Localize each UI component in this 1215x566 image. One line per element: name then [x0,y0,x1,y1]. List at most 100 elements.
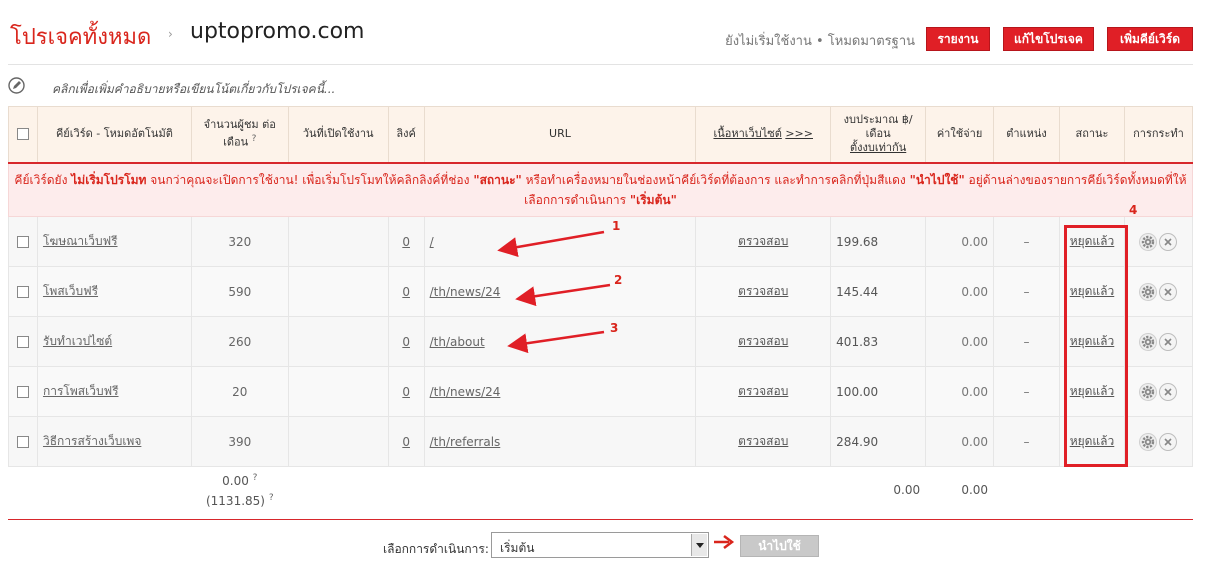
project-description[interactable]: คลิกเพื่อเพิ่มคำอธิบายหรือเขียนโน้ตเกี่ย… [8,76,608,96]
row-actions [1123,266,1194,317]
status-link[interactable]: หยุดแล้ว [1059,216,1125,267]
open-date-cell [287,266,389,317]
visitors-cell: 320 [190,216,289,267]
apply-button[interactable]: นำไปใช้ [740,535,819,557]
links-count[interactable]: 0 [387,416,425,467]
links-count[interactable]: 0 [387,366,425,417]
position-cell: – [993,366,1060,417]
totals-row: 0.00 ? (1131.85) ? 0.00 0.00 [8,466,1193,513]
gear-icon[interactable] [1139,232,1158,251]
col-links[interactable]: ลิงค์ [387,106,425,164]
url-link[interactable]: /th/about [430,335,485,349]
url-link[interactable]: /th/referrals [430,435,501,449]
row-checkbox[interactable] [8,266,38,317]
col-cost[interactable]: ค่าใช้จ่าย [925,106,995,164]
url-link[interactable]: /th/news/24 [430,285,501,299]
col-open-date[interactable]: วันที่เปิดใช้งาน [287,106,389,164]
verify-link[interactable]: ตรวจสอบ [695,316,832,367]
links-count[interactable]: 0 [387,266,425,317]
edit-pencil-icon [8,77,25,94]
table-row: โฆษณาเว็บฟรี 320 0 / ตรวจสอบ 199.68 0.00– หยุดแ… [8,216,1194,267]
row-checkbox[interactable] [8,416,38,467]
status-link[interactable]: หยุดแล้ว [1059,416,1125,467]
arrow-right-icon [714,535,735,549]
col-monthly-visitors[interactable]: จำนวนผู้ชม ต่อเดือน ? [190,106,289,164]
gear-icon[interactable] [1139,282,1158,301]
keyword-link[interactable]: โฆษณาเว็บฟรี [43,234,118,248]
report-button[interactable]: รายงาน [926,27,990,51]
position-cell: – [993,216,1060,267]
col-site-content[interactable]: เนื้อหาเว็บไซต์ >>> [695,106,832,164]
col-keyword[interactable]: คีย์เวิร์ด - โหมดอัตโนมัติ [36,106,192,164]
cost-cell: 0.00 [925,366,995,417]
status-link[interactable]: หยุดแล้ว [1059,266,1125,317]
description-placeholder: คลิกเพื่อเพิ่มคำอธิบายหรือเขียนโน้ตเกี่ย… [52,82,336,96]
keywords-table: คีย์เวิร์ด - โหมดอัตโนมัติ จำนวนผู้ชม ต่… [8,106,1194,513]
url-link[interactable]: / [430,235,434,249]
edit-project-button[interactable]: แก้ไขโปรเจค [1003,27,1094,51]
keyword-link[interactable]: การโพสเว็บฟรี [43,384,119,398]
open-date-cell [287,216,389,267]
gear-icon[interactable] [1139,382,1158,401]
col-url[interactable]: URL [423,106,697,164]
delete-icon[interactable] [1159,232,1178,251]
open-date-cell [287,416,389,467]
table-row: การโพสเว็บฟรี 20 0/th/news/24 ตรวจสอบ 100.00… [8,366,1194,417]
status-link[interactable]: หยุดแล้ว [1059,316,1125,367]
page-header: โปรเจคทั้งหมด › uptopromo.com ยังไม่เริ่… [0,0,1215,64]
cost-cell: 0.00 [925,416,995,467]
total-budget: 0.00 [830,466,926,513]
inactive-warning: คีย์เวิร์ดยัง ไม่เริ่มโปรโมท จนกว่าคุณจะ… [8,162,1193,217]
delete-icon[interactable] [1159,382,1178,401]
gear-icon[interactable] [1139,332,1158,351]
keyword-link[interactable]: โพสเว็บฟรี [43,284,98,298]
table-row: วิธีการสร้างเว็บเพจ 390 0/th/referrals ตรวจ… [8,416,1194,467]
open-date-cell [287,316,389,367]
cost-cell: 0.00 [925,316,995,367]
row-checkbox[interactable] [8,366,38,417]
delete-icon[interactable] [1159,432,1178,451]
gear-icon[interactable] [1139,432,1158,451]
budget-cell[interactable]: 145.44 [830,266,927,317]
budget-cell[interactable]: 284.90 [830,416,927,467]
position-cell: – [993,416,1060,467]
url-link[interactable]: /th/news/24 [430,385,501,399]
budget-cell[interactable]: 401.83 [830,316,927,367]
status-link[interactable]: หยุดแล้ว [1059,366,1125,417]
action-select[interactable]: เริ่มต้น [491,532,709,558]
verify-link[interactable]: ตรวจสอบ [695,416,832,467]
col-budget[interactable]: งบประมาณ ฿/เดือน ตั้งงบเท่ากัน [830,106,927,164]
row-checkbox[interactable] [8,216,38,267]
total-visitors: 0.00 ? (1131.85) ? [191,466,289,513]
row-actions [1123,316,1194,367]
row-checkbox[interactable] [8,316,38,367]
visitors-cell: 590 [190,266,289,317]
row-actions [1123,416,1194,467]
verify-link[interactable]: ตรวจสอบ [695,216,832,267]
budget-cell[interactable]: 199.68 [830,216,927,267]
links-count[interactable]: 0 [387,316,425,367]
select-all-checkbox[interactable] [8,106,38,164]
verify-link[interactable]: ตรวจสอบ [695,266,832,317]
col-actions: การกระทำ [1123,106,1194,164]
keyword-link[interactable]: รับทำเวปไซต์ [43,334,112,348]
col-status[interactable]: สถานะ [1059,106,1125,164]
row-actions [1123,216,1194,267]
budget-cell[interactable]: 100.00 [830,366,927,417]
verify-link[interactable]: ตรวจสอบ [695,366,832,417]
links-count[interactable]: 0 [387,216,425,267]
action-select-value: เริ่มต้น [500,541,535,555]
breadcrumb-all-projects[interactable]: โปรเจคทั้งหมด [10,19,151,54]
visitors-cell: 20 [190,366,289,417]
cost-cell: 0.00 [925,216,995,267]
position-cell: – [993,266,1060,317]
keyword-link[interactable]: วิธีการสร้างเว็บเพจ [43,434,141,448]
table-row: โพสเว็บฟรี 590 0/th/news/24 ตรวจสอบ 145.44 0.… [8,266,1194,317]
chevron-down-icon[interactable] [691,534,707,556]
header-divider [8,64,1193,65]
footer-divider [8,519,1193,520]
delete-icon[interactable] [1159,282,1178,301]
col-position[interactable]: ตำแหน่ง [993,106,1060,164]
delete-icon[interactable] [1159,332,1178,351]
add-keyword-button[interactable]: เพิ่มคีย์เวิร์ด [1107,27,1193,51]
